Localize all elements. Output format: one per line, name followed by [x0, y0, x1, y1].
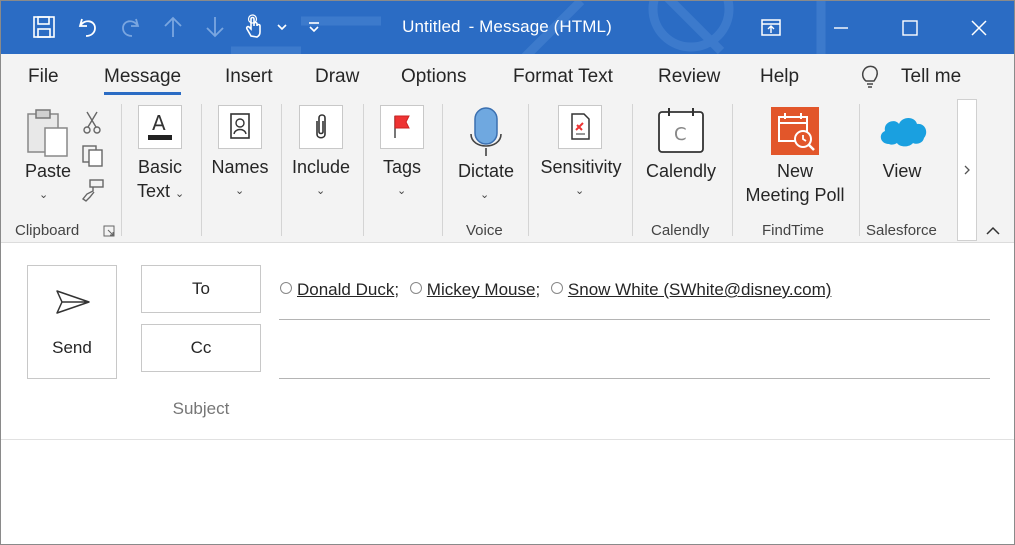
font-color-icon[interactable]: A: [138, 105, 182, 149]
close-icon[interactable]: [956, 1, 1002, 54]
subject-label: Subject: [172, 399, 230, 418]
paperclip-icon[interactable]: [299, 105, 343, 149]
format-painter-icon[interactable]: [81, 178, 105, 207]
subject-input[interactable]: [279, 393, 990, 427]
calendly-icon[interactable]: C: [657, 106, 705, 159]
paste-chevron-down-icon[interactable]: ⌄: [39, 184, 48, 207]
group-findtime-label: FindTime: [762, 222, 824, 239]
tab-file[interactable]: File: [28, 66, 59, 88]
tab-draw[interactable]: Draw: [315, 66, 359, 88]
group-calendly-label: Calendly: [651, 222, 710, 239]
ribbon-display-options-icon[interactable]: [748, 1, 794, 54]
recipient-separator: ;: [394, 280, 400, 299]
address-book-icon[interactable]: [218, 105, 262, 149]
message-body[interactable]: [1, 441, 1014, 544]
presence-icon: [409, 282, 422, 294]
tags-button[interactable]: Tags: [380, 156, 424, 179]
paste-icon[interactable]: [25, 108, 71, 163]
ribbon-tabs: File Message Insert Draw Options Format …: [1, 54, 1014, 98]
new-meeting-poll-label-2: Meeting Poll: [745, 185, 845, 205]
sensitivity-icon[interactable]: [558, 105, 602, 149]
ribbon-separator: [201, 104, 202, 236]
ribbon-separator: [121, 104, 122, 236]
paste-button[interactable]: Paste: [25, 160, 71, 183]
tab-format-text[interactable]: Format Text: [513, 66, 613, 88]
document-title: Untitled: [402, 17, 461, 36]
sensitivity-button[interactable]: Sensitivity: [539, 156, 623, 179]
dictate-button[interactable]: Dictate: [456, 160, 516, 183]
ribbon-separator: [363, 104, 364, 236]
to-field[interactable]: Donald Duck; Mickey Mouse; Snow White (S…: [280, 280, 831, 300]
send-label: Send: [52, 338, 92, 357]
flag-icon[interactable]: [380, 105, 424, 149]
ribbon-separator: [632, 104, 633, 236]
ribbon-separator: [859, 104, 860, 236]
names-chevron-down-icon[interactable]: ⌄: [235, 180, 244, 203]
minimize-icon[interactable]: [818, 1, 864, 54]
svg-text:A: A: [152, 111, 166, 135]
tab-review[interactable]: Review: [658, 66, 720, 88]
tab-message[interactable]: Message: [104, 66, 182, 95]
collapse-ribbon-icon[interactable]: [985, 224, 1001, 242]
copy-icon[interactable]: [81, 144, 105, 173]
tell-me-search[interactable]: Tell me: [901, 66, 961, 88]
basic-text-button[interactable]: Basic: [138, 156, 182, 179]
tab-insert[interactable]: Insert: [225, 66, 273, 88]
recipient-separator: ;: [535, 280, 541, 299]
presence-icon: [280, 282, 292, 294]
basic-text-label-2: Text ⌄: [137, 180, 184, 206]
window-title-suffix: - Message (HTML): [468, 17, 612, 36]
ribbon-scroll-right[interactable]: [957, 99, 977, 241]
title-bar: Untitled - Message (HTML): [1, 1, 1014, 54]
ribbon: Paste ⌄ Clipboard A Basic Text ⌄ Names ⌄: [1, 98, 1014, 243]
microphone-icon[interactable]: [469, 106, 503, 163]
chevron-down-icon: ⌄: [175, 188, 185, 200]
recipient-chip[interactable]: Snow White (SWhite@disney.com): [550, 280, 832, 300]
include-chevron-down-icon[interactable]: ⌄: [316, 180, 325, 203]
ribbon-separator: [732, 104, 733, 236]
findtime-icon[interactable]: [771, 107, 819, 155]
basic-text-label-2-text: Text: [137, 181, 171, 201]
recipient-name[interactable]: Snow White (SWhite@disney.com): [568, 280, 832, 299]
new-meeting-poll-button[interactable]: New: [761, 160, 829, 183]
salesforce-view-button[interactable]: View: [878, 160, 926, 183]
recipient-chip[interactable]: Mickey Mouse;: [409, 280, 541, 300]
ribbon-separator: [442, 104, 443, 236]
calendly-button[interactable]: Calendly: [646, 160, 716, 183]
tab-options[interactable]: Options: [401, 66, 466, 88]
lightbulb-icon[interactable]: [859, 64, 881, 95]
cc-field[interactable]: [279, 378, 990, 379]
send-icon: [56, 290, 90, 314]
include-button[interactable]: Include: [291, 156, 351, 179]
maximize-icon[interactable]: [887, 1, 933, 54]
names-button[interactable]: Names: [211, 156, 269, 179]
recipient-chip[interactable]: Donald Duck;: [280, 280, 399, 300]
svg-text:C: C: [674, 124, 687, 145]
tab-help[interactable]: Help: [760, 66, 799, 88]
outlook-message-window: Untitled - Message (HTML) File Message In…: [0, 0, 1015, 545]
cc-button[interactable]: Cc: [141, 324, 261, 372]
salesforce-cloud-icon[interactable]: [877, 112, 929, 153]
tags-chevron-down-icon[interactable]: ⌄: [397, 180, 406, 203]
ribbon-separator: [528, 104, 529, 236]
dictate-chevron-down-icon[interactable]: ⌄: [480, 184, 489, 207]
sensitivity-chevron-down-icon[interactable]: ⌄: [575, 180, 584, 203]
recipient-name[interactable]: Mickey Mouse: [427, 280, 536, 299]
cut-icon[interactable]: [81, 110, 103, 139]
group-voice-label: Voice: [466, 222, 503, 239]
chevron-right-icon: [964, 165, 970, 175]
to-field-underline: [279, 319, 990, 320]
group-clipboard-label: Clipboard: [15, 222, 80, 239]
send-button[interactable]: Send: [27, 265, 117, 379]
body-separator: [1, 439, 1014, 440]
clipboard-dialog-launcher-icon[interactable]: [103, 224, 115, 242]
ribbon-separator: [281, 104, 282, 236]
group-salesforce-label: Salesforce: [866, 222, 937, 239]
presence-icon: [550, 282, 563, 294]
to-button[interactable]: To: [141, 265, 261, 313]
recipient-name[interactable]: Donald Duck: [297, 280, 394, 299]
